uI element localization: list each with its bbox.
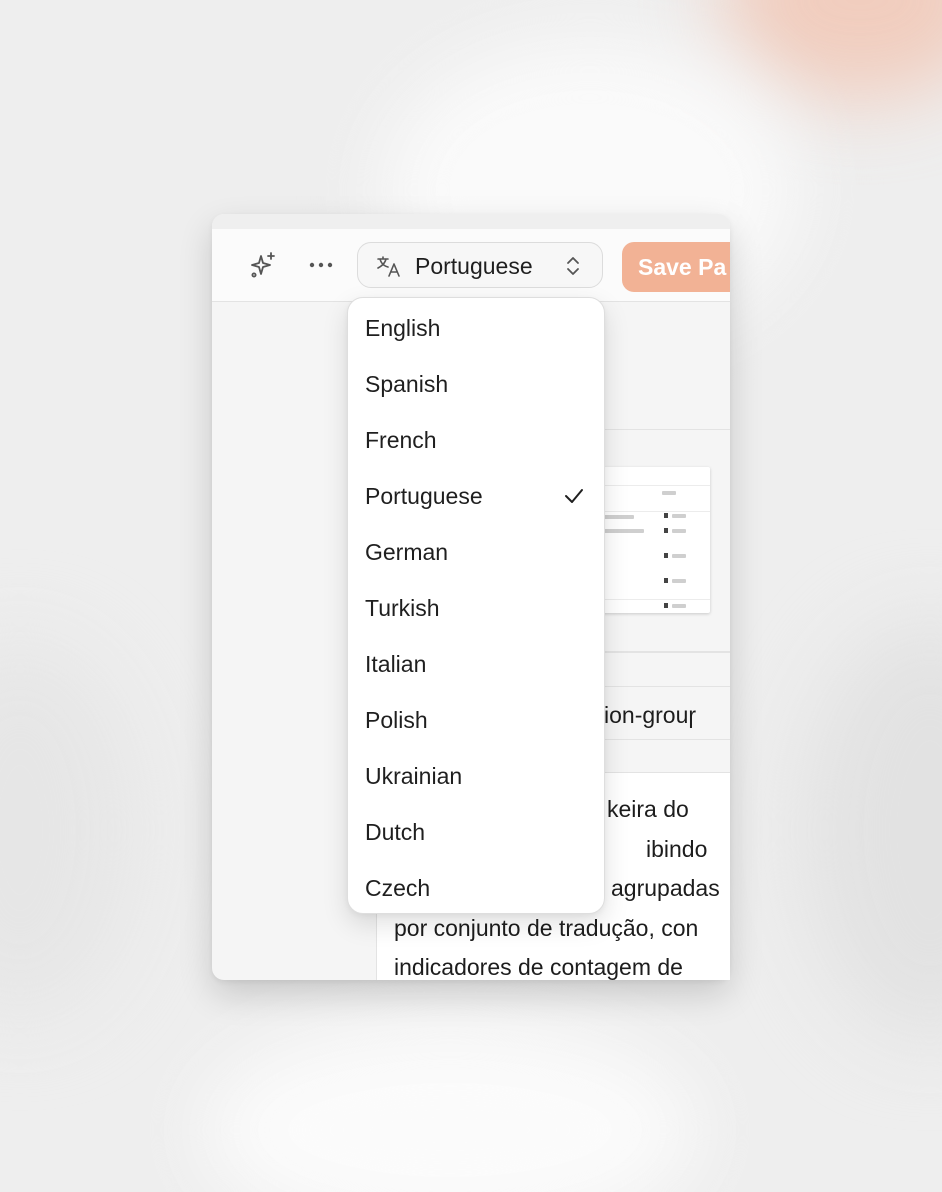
chevron-up-down-icon (562, 254, 584, 283)
language-option-label: Portuguese (365, 483, 483, 509)
check-icon (562, 484, 586, 513)
language-option-ukrainian[interactable]: Ukrainian (348, 748, 604, 804)
language-option-label: German (365, 539, 449, 565)
backdrop-blob (0, 640, 140, 1020)
language-option-label: Italian (365, 651, 427, 677)
backdrop-blob (200, 1020, 700, 1192)
language-dropdown-menu: English Spanish French Portuguese German… (347, 297, 605, 914)
more-horizontal-icon[interactable] (305, 249, 337, 281)
language-option-spanish[interactable]: Spanish (348, 356, 604, 412)
language-select-value: Portuguese (415, 253, 533, 279)
language-option-label: Ukrainian (365, 763, 463, 789)
language-option-label: Polish (365, 707, 428, 733)
sparkle-icon[interactable] (248, 249, 280, 281)
screenshot-thumbnail[interactable] (600, 467, 710, 613)
language-option-english[interactable]: English (348, 300, 604, 356)
language-option-french[interactable]: French (348, 412, 604, 468)
save-button[interactable]: Save Pa (622, 242, 730, 292)
translate-icon (376, 254, 402, 283)
language-option-dutch[interactable]: Dutch (348, 804, 604, 860)
language-option-label: Turkish (365, 595, 440, 621)
language-option-czech[interactable]: Czech (348, 860, 604, 916)
language-option-label: French (365, 427, 437, 453)
code-field-text[interactable]: ion-grouɼ (604, 702, 710, 729)
language-option-portuguese[interactable]: Portuguese (348, 468, 604, 524)
language-option-label: Czech (365, 875, 431, 901)
toolbar: Portuguese Save Pa (212, 229, 730, 302)
description-line: indicadores de contagem de (394, 954, 683, 980)
language-option-turkish[interactable]: Turkish (348, 580, 604, 636)
language-option-label: English (365, 315, 441, 341)
window-top-strip (212, 214, 730, 229)
language-option-label: Spanish (365, 371, 449, 397)
language-option-polish[interactable]: Polish (348, 692, 604, 748)
language-option-german[interactable]: German (348, 524, 604, 580)
language-select[interactable]: Portuguese (357, 242, 603, 288)
backdrop-blob (800, 620, 942, 1040)
language-option-italian[interactable]: Italian (348, 636, 604, 692)
language-option-label: Dutch (365, 819, 426, 845)
backdrop-blob (720, 0, 942, 100)
